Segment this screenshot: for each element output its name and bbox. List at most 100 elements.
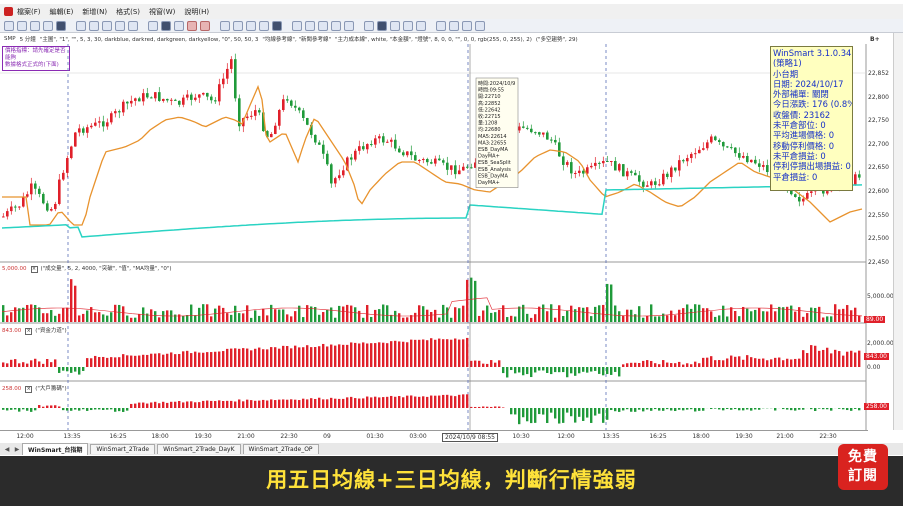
volume-bar <box>646 315 649 322</box>
candle-body <box>270 133 273 138</box>
candle-body <box>566 162 569 165</box>
price-axis-tick: 22,750 <box>868 117 889 125</box>
fund-bar <box>446 339 449 367</box>
volume-bar <box>714 316 717 322</box>
chip-bar <box>790 408 793 411</box>
candle-body <box>82 128 85 133</box>
volume-bar <box>182 316 185 322</box>
fund-bar <box>286 345 289 367</box>
candle-body <box>754 159 757 164</box>
candle-body <box>606 161 609 163</box>
chip-bar <box>398 396 401 408</box>
price-axis-tick: 22,550 <box>868 211 889 219</box>
time-axis-tick: 12:00 <box>557 433 575 440</box>
chip-bar <box>318 397 321 408</box>
chip-bar <box>858 408 861 411</box>
candle-body <box>694 153 697 155</box>
candle-body <box>718 140 721 143</box>
chip-bar <box>454 396 457 408</box>
volume-bar <box>362 317 365 322</box>
subscribe-button[interactable]: 免費 訂閱 <box>838 444 888 490</box>
fund-bar <box>118 357 121 367</box>
chip-bar <box>822 408 825 410</box>
volume-bar <box>374 309 377 322</box>
candle-body <box>678 160 681 171</box>
close-icon[interactable]: × <box>25 386 33 393</box>
fund-bar <box>402 341 405 367</box>
candle-body <box>98 121 101 123</box>
fund-bar <box>598 367 601 374</box>
candle-body <box>338 175 341 179</box>
candle-body <box>14 206 17 208</box>
chip-bar <box>774 408 777 411</box>
chip-bar <box>526 408 529 422</box>
tab-arrow-left-icon[interactable]: ◀ <box>2 446 12 453</box>
fund-bar <box>606 367 609 375</box>
chip-bar <box>22 408 25 410</box>
fund-bar <box>326 346 329 367</box>
chip-bar <box>502 407 505 408</box>
fund-bar <box>702 357 705 367</box>
candle-body <box>750 159 753 163</box>
candle-body <box>78 128 81 133</box>
fund-bar <box>330 344 333 367</box>
volume-bar <box>230 314 233 322</box>
fund-bar <box>382 342 385 367</box>
subscribe-line-1: 免費 <box>848 449 878 465</box>
candle-body <box>406 151 409 156</box>
candle-body <box>458 170 461 175</box>
tab-arrow-right-icon[interactable]: ▶ <box>12 446 22 453</box>
volume-bar <box>838 309 841 322</box>
candle-body <box>578 170 581 174</box>
fund-bar <box>462 339 465 367</box>
chip-bar <box>310 398 313 408</box>
fund-bar <box>134 355 137 367</box>
volume-bar <box>130 317 133 322</box>
chip-bar <box>98 408 101 410</box>
tab-winsmart-taiex[interactable]: WinSmart_台指期 <box>22 443 89 455</box>
fund-bar <box>422 339 425 367</box>
fund-bar <box>398 341 401 367</box>
volume-bar <box>398 313 401 322</box>
candle-body <box>706 142 709 149</box>
candle-body <box>358 146 361 151</box>
tab-winsmart-2trade[interactable]: WinSmart_2Trade <box>90 444 156 454</box>
fund-bar <box>262 349 265 367</box>
volume-axis-current: 89.00 <box>864 316 886 323</box>
chip-bar <box>842 408 845 410</box>
chip-bar <box>714 408 717 409</box>
volume-bar <box>446 307 449 322</box>
fund-bar <box>322 343 325 367</box>
tab-winsmart-2trade-dayk[interactable]: WinSmart_2Trade_DayK <box>157 444 241 454</box>
candle-body <box>246 116 249 119</box>
tab-winsmart-2trade-op[interactable]: WinSmart_2Trade_OP <box>242 444 319 454</box>
candle-body <box>90 125 93 128</box>
close-icon[interactable]: × <box>30 266 38 273</box>
chip-bar <box>530 408 533 424</box>
chip-bar <box>34 408 37 411</box>
candle-body <box>210 96 213 101</box>
fund-bar <box>414 339 417 367</box>
volume-bar <box>754 309 757 322</box>
vertical-scrollbar[interactable] <box>893 33 903 430</box>
volume-bar <box>422 306 425 322</box>
close-icon[interactable]: × <box>25 328 33 335</box>
fund-bar <box>246 348 249 367</box>
subscribe-line-2: 訂閱 <box>848 468 878 484</box>
fund-bar <box>14 359 17 367</box>
candle-body <box>222 78 225 85</box>
fund-bar <box>834 349 837 367</box>
fund-bar <box>718 360 721 367</box>
candle-body <box>66 158 69 173</box>
chip-bar <box>478 406 481 408</box>
candle-body <box>722 142 725 147</box>
crosshair-popup-line: MA5:22614 <box>478 134 507 140</box>
chip-bar <box>850 408 853 411</box>
time-axis-tick: 03:00 <box>409 433 427 440</box>
fund-bar <box>794 358 797 367</box>
fund-bar <box>358 343 361 367</box>
chip-bar <box>118 408 121 412</box>
fund-bar <box>762 358 765 367</box>
fund-bar <box>110 357 113 367</box>
candle-body <box>326 153 329 165</box>
